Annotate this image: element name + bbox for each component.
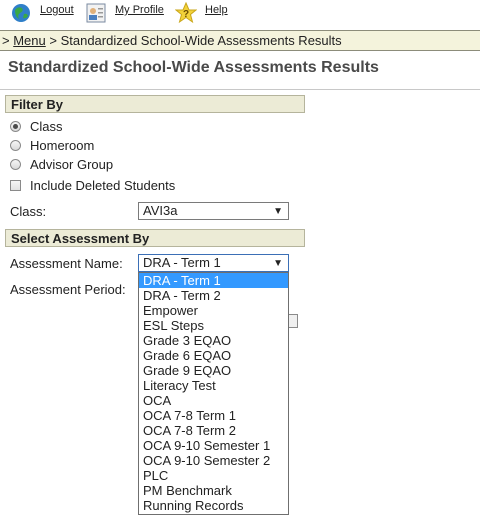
- dropdown-option[interactable]: Running Records: [139, 498, 288, 513]
- radio-button[interactable]: [10, 139, 21, 151]
- filter-by-header: Filter By: [5, 95, 305, 113]
- breadcrumb-menu-link[interactable]: Menu: [13, 33, 46, 48]
- select-assessment-header: Select Assessment By: [5, 229, 305, 247]
- help-label: Help: [205, 4, 228, 16]
- dropdown-option[interactable]: Literacy Test: [139, 378, 288, 393]
- chevron-down-icon: ▼: [273, 206, 283, 217]
- radio-advisor-group-label: Advisor Group: [30, 156, 114, 172]
- include-deleted-label: Include Deleted Students: [30, 177, 176, 193]
- dropdown-option[interactable]: Grade 6 EQAO: [139, 348, 288, 363]
- radio-homeroom-label: Homeroom: [30, 137, 95, 153]
- logout-label: Logout: [40, 4, 74, 16]
- radio-advisor-group[interactable]: Advisor Group: [10, 155, 113, 173]
- breadcrumb: > Menu > Standardized School-Wide Assess…: [0, 30, 480, 51]
- assessment-name-select[interactable]: DRA - Term 1 ▼: [138, 254, 289, 272]
- breadcrumb-separator: >: [2, 33, 10, 48]
- dropdown-option[interactable]: OCA 7-8 Term 1: [139, 408, 288, 423]
- chevron-down-icon: ▼: [273, 258, 283, 269]
- assessment-name-dropdown-list[interactable]: DRA - Term 1 DRA - Term 2 Empower ESL St…: [138, 272, 289, 515]
- help-link[interactable]: ? Help: [175, 2, 228, 24]
- svg-text:?: ?: [183, 9, 189, 20]
- class-select[interactable]: AVI3a ▼: [138, 202, 289, 220]
- assessment-name-value: DRA - Term 1: [143, 255, 221, 270]
- my-profile-link[interactable]: My Profile: [85, 2, 164, 24]
- dropdown-option[interactable]: OCA 9-10 Semester 2: [139, 453, 288, 468]
- class-select-value: AVI3a: [143, 203, 178, 218]
- dropdown-option[interactable]: OCA 9-10 Semester 1: [139, 438, 288, 453]
- dropdown-option[interactable]: PLC: [139, 468, 288, 483]
- assessment-name-label: Assessment Name:: [10, 256, 123, 271]
- assessment-period-label: Assessment Period:: [10, 282, 126, 297]
- profile-card-icon: [86, 3, 106, 23]
- radio-class[interactable]: Class: [10, 117, 63, 135]
- dropdown-option[interactable]: Grade 9 EQAO: [139, 363, 288, 378]
- top-nav: Logout My Profile ? Help: [0, 0, 480, 28]
- breadcrumb-current: > Standardized School-Wide Assessments R…: [49, 33, 342, 48]
- dropdown-option[interactable]: PM Benchmark: [139, 483, 288, 498]
- dropdown-option[interactable]: Empower: [139, 303, 288, 318]
- dropdown-option[interactable]: DRA - Term 1: [139, 273, 288, 288]
- radio-button[interactable]: [10, 120, 21, 132]
- page-title: Standardized School-Wide Assessments Res…: [8, 59, 379, 76]
- class-label: Class:: [10, 204, 47, 219]
- radio-class-label: Class: [30, 118, 63, 134]
- include-deleted-checkbox[interactable]: Include Deleted Students: [10, 176, 175, 194]
- logout-link[interactable]: Logout: [10, 2, 74, 24]
- globe-icon: [12, 4, 30, 22]
- title-divider: [0, 89, 480, 90]
- my-profile-label: My Profile: [115, 4, 164, 16]
- radio-button[interactable]: [10, 158, 21, 170]
- dropdown-option[interactable]: OCA: [139, 393, 288, 408]
- checkbox[interactable]: [10, 179, 21, 191]
- radio-homeroom[interactable]: Homeroom: [10, 136, 94, 154]
- dropdown-option[interactable]: Grade 3 EQAO: [139, 333, 288, 348]
- dropdown-option[interactable]: OCA 7-8 Term 2: [139, 423, 288, 438]
- help-star-icon: ?: [175, 2, 197, 24]
- dropdown-option[interactable]: DRA - Term 2: [139, 288, 288, 303]
- dropdown-option[interactable]: ESL Steps: [139, 318, 288, 333]
